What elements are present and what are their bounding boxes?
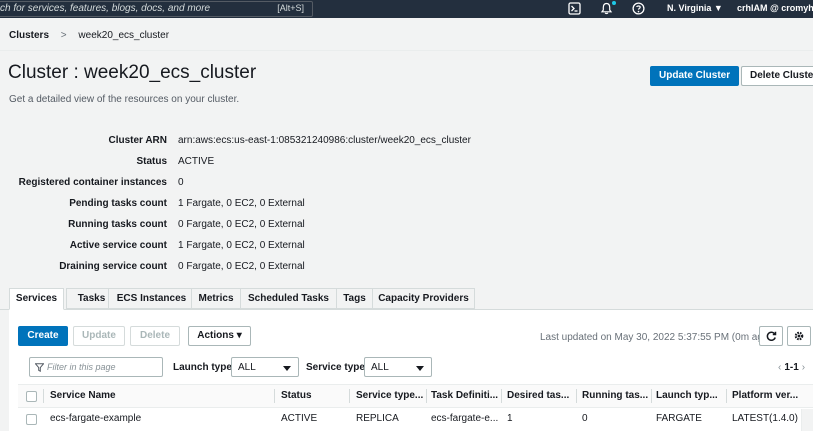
breadcrumb-current: week20_ecs_cluster [78, 30, 170, 41]
update-service-button[interactable]: Update [73, 326, 125, 346]
detail-label: Cluster ARN [108, 135, 167, 146]
cell-platform-version: LATEST(1.4.0) [732, 413, 798, 424]
column-header-launch-type[interactable]: Launch typ... [656, 385, 724, 407]
global-search-placeholder: ch for services, features, blogs, docs, … [0, 3, 211, 14]
cell-desired-tasks: 1 [507, 413, 513, 424]
breadcrumb-separator: > [60, 30, 67, 41]
detail-row-registered-instances: Registered container instances 0 [0, 177, 184, 191]
last-updated-text: Last updated on May 30, 2022 5:37:55 PM … [540, 332, 772, 343]
account-menu[interactable]: crhIAM @ cromyhect [737, 3, 813, 13]
column-divider [274, 389, 275, 403]
table-row: ecs-fargate-example ACTIVE REPLICA ecs-f… [18, 409, 813, 431]
detail-label: Active service count [69, 240, 167, 251]
detail-value: 1 Fargate, 0 EC2, 0 External [178, 198, 305, 209]
detail-label: Draining service count [59, 261, 167, 272]
actions-dropdown-button[interactable]: Actions ▾ [188, 326, 251, 346]
cell-status: ACTIVE [281, 413, 318, 424]
delete-service-button[interactable]: Delete [130, 326, 180, 346]
column-divider [349, 389, 350, 403]
column-divider [651, 389, 652, 403]
chevron-down-icon [416, 366, 424, 371]
cell-service-type: REPLICA [356, 413, 399, 424]
refresh-button[interactable] [759, 326, 783, 346]
chevron-down-icon [283, 366, 291, 371]
page-range: 1-1 [784, 362, 799, 373]
tab-tags[interactable]: Tags [336, 288, 373, 309]
cell-task-definition[interactable]: ecs-fargate-e... [431, 409, 499, 431]
page-title: Cluster : week20_ecs_cluster [8, 62, 257, 83]
pagination: ‹ 1-1 › [775, 362, 808, 373]
settings-button[interactable] [787, 326, 811, 346]
column-header-status[interactable]: Status [281, 385, 346, 407]
previous-page-icon[interactable]: ‹ [778, 362, 781, 373]
column-divider [576, 389, 577, 403]
column-header-service-name[interactable]: Service Name [50, 385, 265, 407]
table-scrollbar[interactable] [801, 409, 813, 431]
detail-value: 0 Fargate, 0 EC2, 0 External [178, 219, 305, 230]
help-icon[interactable] [632, 2, 645, 15]
update-cluster-button[interactable]: Update Cluster [650, 66, 740, 86]
row-checkbox[interactable] [26, 414, 37, 425]
column-divider [426, 389, 427, 403]
search-shortcut-hint: [Alt+S] [277, 3, 304, 13]
detail-label: Registered container instances [18, 177, 167, 188]
column-header-desired-tasks[interactable]: Desired tas... [507, 385, 575, 407]
filter-placeholder: Filter in this page [47, 362, 116, 372]
delete-cluster-button[interactable]: Delete Cluster [741, 66, 813, 86]
service-type-value: ALL [371, 362, 389, 373]
breadcrumb: Clusters > week20_ecs_cluster [9, 30, 169, 41]
detail-row-running-tasks: Running tasks count 0 Fargate, 0 EC2, 0 … [0, 219, 305, 233]
terminal-icon[interactable] [568, 2, 581, 15]
detail-row-active-services: Active service count 1 Fargate, 0 EC2, 0… [0, 240, 305, 254]
detail-value: 0 [178, 177, 184, 188]
global-search-input[interactable]: ch for services, features, blogs, docs, … [0, 1, 313, 17]
bell-icon[interactable] [600, 2, 613, 15]
detail-value: arn:aws:ecs:us-east-1:085321240986:clust… [178, 135, 471, 146]
detail-value: 0 Fargate, 0 EC2, 0 External [178, 261, 305, 272]
column-header-task-definition[interactable]: Task Definiti... [431, 385, 499, 407]
breadcrumb-divider [0, 50, 813, 51]
services-table-header: Service Name Status Service type... Task… [18, 384, 813, 408]
detail-value: 1 Fargate, 0 EC2, 0 External [178, 240, 305, 251]
top-navigation-bar: ch for services, features, blogs, docs, … [0, 0, 813, 18]
launch-type-select[interactable]: ALL [231, 357, 299, 377]
breadcrumb-clusters-link[interactable]: Clusters [9, 30, 49, 41]
cell-launch-type: FARGATE [656, 413, 702, 424]
detail-row-draining-services: Draining service count 0 Fargate, 0 EC2,… [0, 261, 305, 275]
tab-ecs-instances[interactable]: ECS Instances [108, 288, 195, 309]
column-divider [43, 389, 44, 403]
tab-scheduled-tasks[interactable]: Scheduled Tasks [240, 288, 337, 309]
service-filter-input[interactable]: Filter in this page [29, 357, 163, 377]
refresh-icon [766, 331, 777, 341]
tab-metrics[interactable]: Metrics [191, 288, 241, 309]
service-type-select[interactable]: ALL [364, 357, 432, 377]
launch-type-label: Launch type [173, 362, 232, 373]
detail-label: Status [136, 156, 167, 167]
filter-icon [35, 363, 44, 372]
region-selector[interactable]: N. Virginia ▼ [667, 3, 723, 13]
notification-badge [612, 1, 616, 5]
column-header-service-type[interactable]: Service type... [356, 385, 424, 407]
cell-running-tasks: 0 [582, 413, 588, 424]
detail-value: ACTIVE [178, 156, 215, 167]
detail-row-pending-tasks: Pending tasks count 1 Fargate, 0 EC2, 0 … [0, 198, 305, 212]
service-type-label: Service type [306, 362, 365, 373]
detail-label: Pending tasks count [69, 198, 167, 209]
column-divider [501, 389, 502, 403]
cell-service-name[interactable]: ecs-fargate-example [50, 409, 265, 431]
detail-row-cluster-arn: Cluster ARN arn:aws:ecs:us-east-1:085321… [0, 135, 470, 149]
launch-type-value: ALL [238, 362, 256, 373]
column-header-running-tasks[interactable]: Running tas... [582, 385, 650, 407]
detail-row-status: Status ACTIVE [0, 156, 214, 170]
tab-services[interactable]: Services [9, 288, 64, 310]
column-divider [726, 389, 727, 403]
page-subtitle: Get a detailed view of the resources on … [9, 94, 240, 105]
select-all-checkbox[interactable] [26, 391, 37, 402]
column-header-platform-version[interactable]: Platform ver... [732, 385, 800, 407]
detail-label: Running tasks count [68, 219, 167, 230]
tab-capacity-providers[interactable]: Capacity Providers [372, 288, 475, 309]
next-page-icon[interactable]: › [802, 362, 805, 373]
gear-icon [794, 331, 804, 341]
create-service-button[interactable]: Create [18, 326, 68, 346]
